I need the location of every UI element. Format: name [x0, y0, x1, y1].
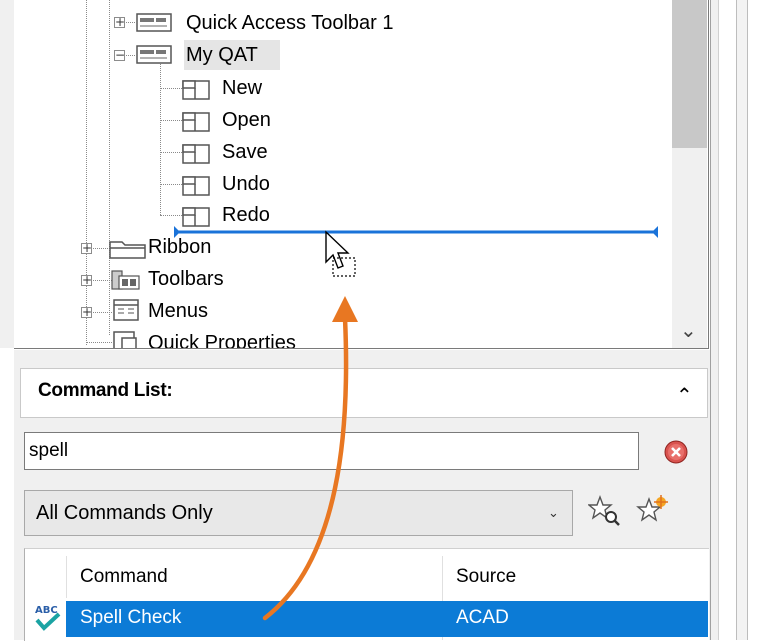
tree-item-ribbon[interactable]: Ribbon [148, 234, 211, 260]
expand-icon[interactable]: + [81, 242, 92, 254]
command-icon [182, 112, 210, 132]
tree-connector [160, 152, 182, 153]
tree-scrollbar-thumb[interactable] [672, 0, 707, 148]
menus-icon [113, 299, 139, 321]
tree-connector [160, 120, 182, 121]
command-icon [182, 144, 210, 164]
command-icon [182, 207, 210, 227]
panel-left-border [0, 0, 15, 348]
star-search-icon[interactable] [588, 494, 622, 528]
toolbar-icon [136, 13, 172, 32]
tree-connector [160, 88, 182, 89]
tree-item-menus[interactable]: Menus [148, 298, 208, 324]
scroll-down-icon[interactable]: ⌄ [680, 318, 697, 342]
collapse-icon[interactable]: − [114, 49, 125, 61]
tree-connector [86, 342, 112, 343]
expand-icon[interactable]: + [81, 306, 92, 318]
command-icon [182, 176, 210, 196]
spell-check-icon: ABC [34, 602, 62, 631]
collapse-panel-icon[interactable]: ⌃ [676, 383, 693, 407]
command-search-input[interactable] [24, 432, 639, 470]
table-cell-command: Spell Check [80, 607, 182, 628]
chevron-down-icon[interactable]: ⌄ [548, 506, 559, 521]
command-filter-value: All Commands Only [36, 502, 213, 524]
clear-search-icon[interactable] [664, 440, 688, 464]
tree-item-redo[interactable]: Redo [222, 202, 270, 228]
expand-icon[interactable]: + [81, 274, 92, 286]
tree-item-quick-access-toolbar-1[interactable]: Quick Access Toolbar 1 [186, 10, 394, 36]
tree-connector [86, 0, 87, 345]
ribbon-icon [109, 241, 146, 259]
tree-item-quick-properties[interactable]: Quick Properties [148, 330, 296, 348]
tree-connector [160, 184, 182, 185]
quick-properties-icon [113, 331, 137, 348]
column-header-source[interactable]: Source [456, 566, 516, 588]
expand-icon[interactable]: + [114, 16, 125, 28]
tree-item-save[interactable]: Save [222, 139, 268, 165]
command-list-title: Command List: [38, 380, 173, 401]
tree-connector [160, 215, 182, 216]
customizations-tree[interactable]: + Quick Access Toolbar 1 − My QAT New Op… [14, 0, 709, 349]
command-icon [182, 80, 210, 100]
tree-item-undo[interactable]: Undo [222, 171, 270, 197]
tree-item-toolbars[interactable]: Toolbars [148, 266, 224, 292]
tree-item-open[interactable]: Open [222, 107, 271, 133]
new-command-icon[interactable] [636, 494, 670, 528]
tree-item-my-qat[interactable]: My QAT [186, 42, 258, 68]
toolbars-icon [111, 270, 140, 290]
toolbar-icon [136, 45, 172, 64]
column-divider [66, 556, 67, 598]
table-cell-source: ACAD [456, 607, 509, 628]
column-header-command[interactable]: Command [80, 566, 168, 588]
adjacent-panel-border [736, 0, 748, 640]
svg-text:ABC: ABC [35, 605, 58, 616]
tree-connector [160, 64, 161, 215]
tree-item-new[interactable]: New [222, 75, 262, 101]
